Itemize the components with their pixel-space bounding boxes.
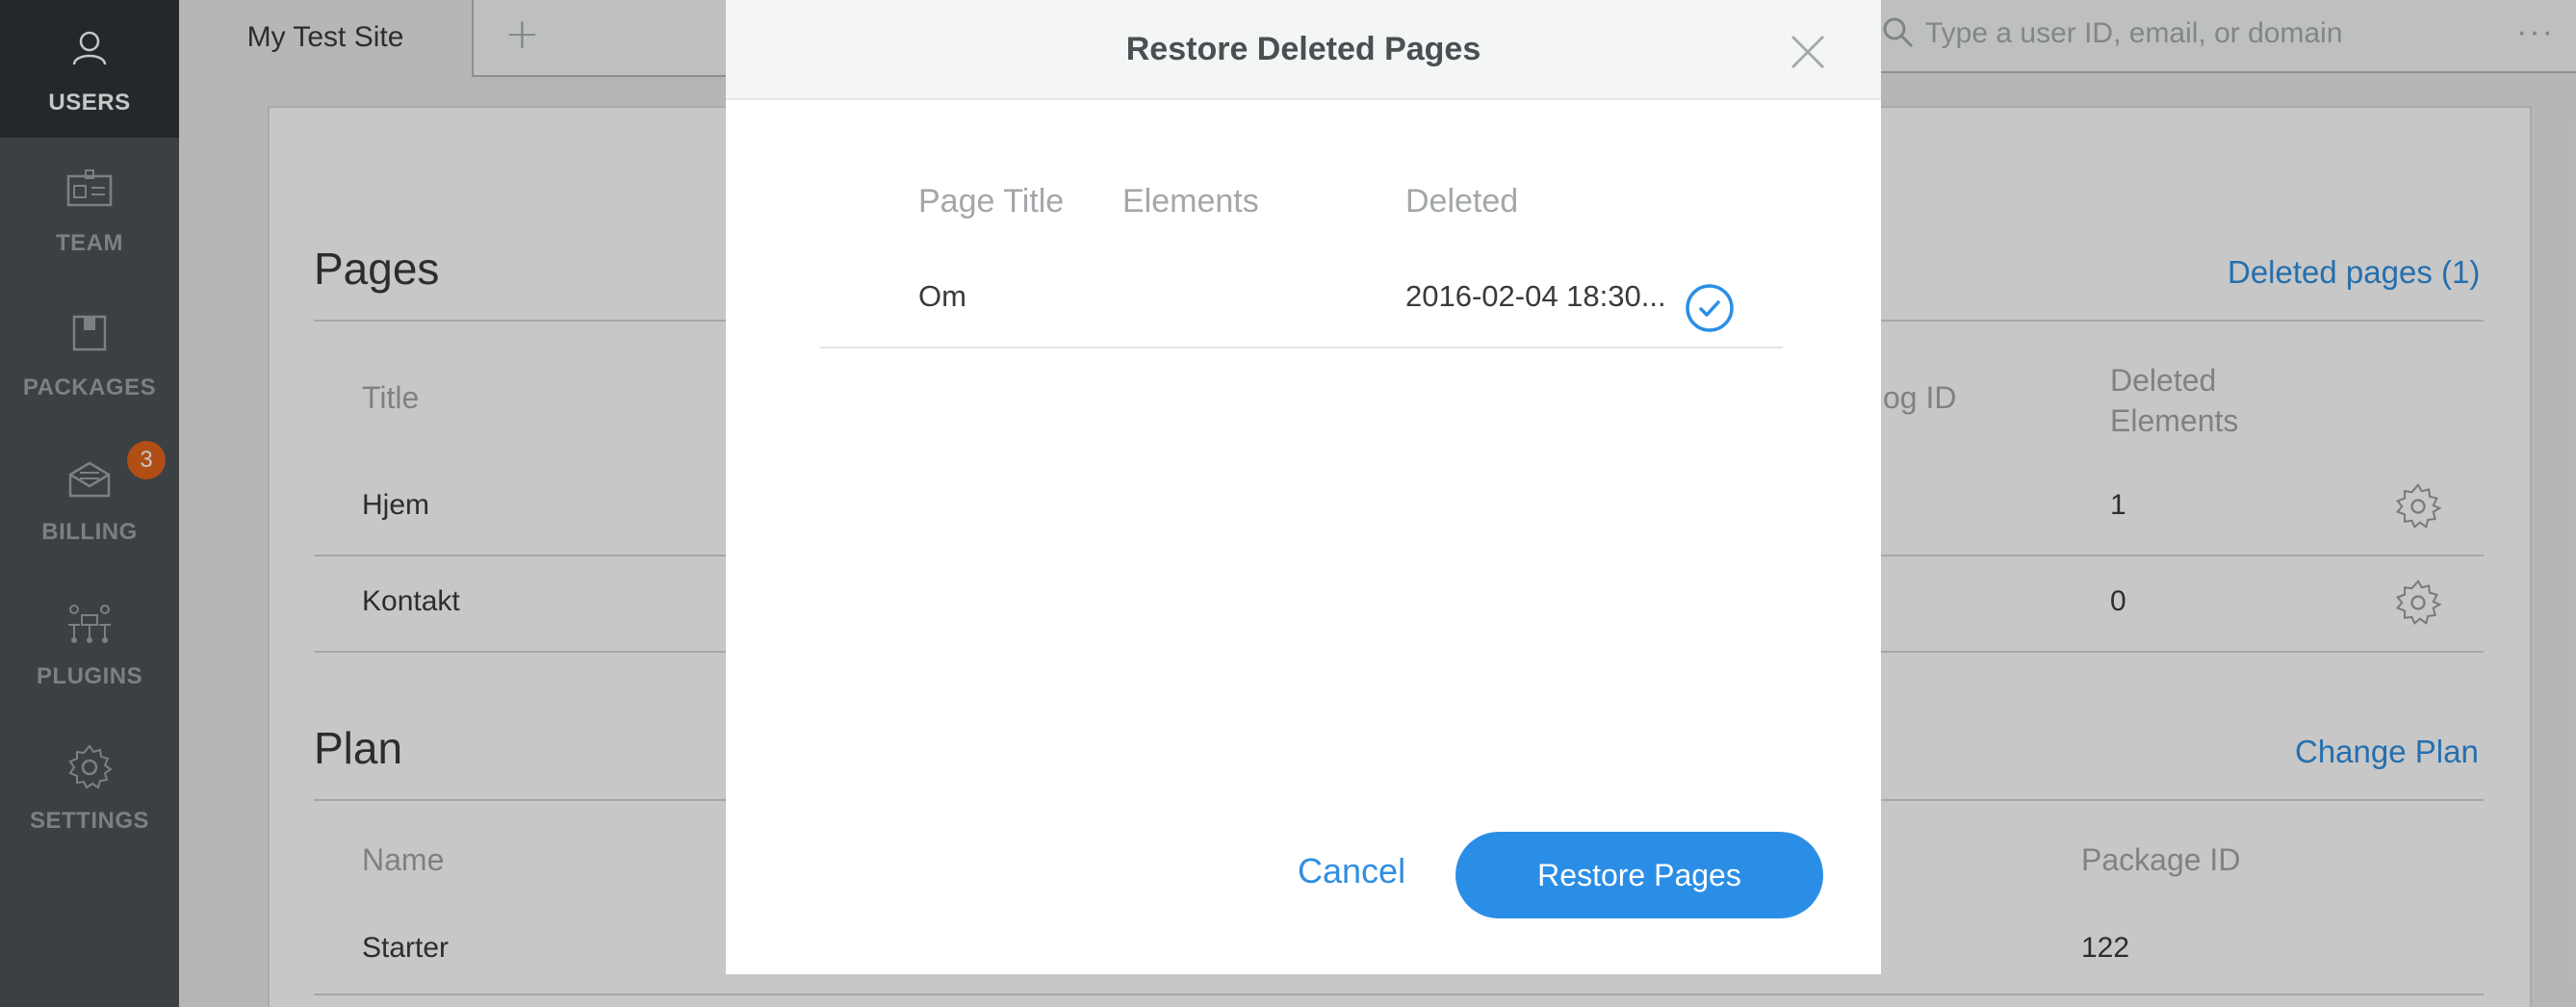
modal-title: Restore Deleted Pages [1125, 31, 1481, 67]
selected-check-icon[interactable] [1685, 283, 1735, 333]
restore-pages-button[interactable]: Restore Pages [1455, 832, 1823, 918]
row-divider [820, 347, 1783, 349]
cancel-button[interactable]: Cancel [1298, 851, 1405, 891]
close-icon[interactable] [1789, 33, 1827, 71]
column-header-elements: Elements [1122, 183, 1259, 219]
column-header-page-title: Page Title [918, 183, 1065, 219]
deleted-date-cell: 2016-02-04 18:30... [1405, 279, 1666, 313]
restore-deleted-pages-dialog: Restore Deleted Pages Page Title Element… [726, 0, 1881, 974]
deleted-page-title-cell: Om [918, 279, 966, 313]
column-header-deleted: Deleted [1405, 183, 1519, 219]
modal-header: Restore Deleted Pages [726, 0, 1881, 100]
